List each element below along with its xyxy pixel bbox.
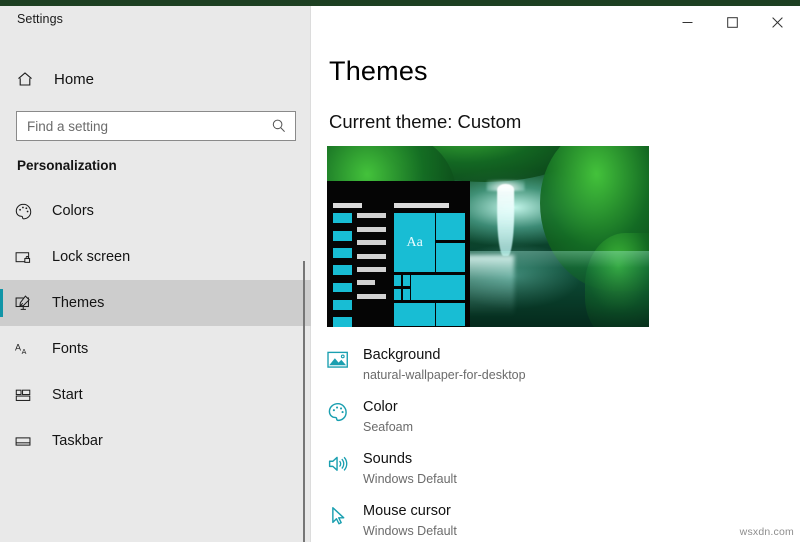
speaker-icon (327, 450, 363, 474)
home-icon (16, 70, 46, 88)
start-menu-app-line (357, 213, 386, 219)
start-menu-icon-square (333, 213, 353, 224)
sidebar-item-taskbar[interactable]: Taskbar (0, 418, 311, 464)
palette-icon (14, 202, 40, 221)
start-menu-tiles: Aa (394, 213, 465, 326)
start-menu-tile (436, 213, 465, 241)
nav-list: Colors Lock screen Themes A A Fonts Star… (0, 188, 311, 464)
start-menu-icon-square (333, 282, 353, 293)
sidebar-item-fonts-label: Fonts (52, 341, 89, 357)
setting-name-color: Color (363, 399, 398, 415)
palette-icon (327, 398, 363, 422)
nav-item-home-label: Home (54, 70, 95, 88)
search-box[interactable] (16, 111, 296, 141)
start-menu-tile (436, 303, 465, 326)
setting-row-color[interactable]: Color Seafoam (327, 398, 657, 450)
start-menu-tile-small (394, 288, 402, 300)
setting-row-sounds[interactable]: Sounds Windows Default (327, 450, 657, 502)
setting-value-color: Seafoam (363, 420, 414, 434)
theme-settings-list: Background natural-wallpaper-for-desktop… (327, 346, 657, 542)
waterfall-icon (496, 184, 515, 257)
start-menu-tile-small (394, 275, 402, 287)
svg-text:A: A (22, 347, 27, 355)
setting-row-mouse-cursor[interactable]: Mouse cursor Windows Default (327, 502, 657, 542)
setting-value-background: natural-wallpaper-for-desktop (363, 368, 526, 382)
start-icon (14, 386, 40, 405)
start-menu-tile (436, 242, 465, 272)
start-menu-app-line (357, 266, 386, 272)
navigation-pane: Settings Home Personalization (0, 6, 311, 542)
sidebar-item-start-label: Start (52, 387, 83, 403)
sidebar-item-fonts[interactable]: A A Fonts (0, 326, 311, 372)
start-menu-tile-small (402, 275, 410, 287)
setting-value-sounds: Windows Default (363, 472, 457, 486)
minimize-button[interactable] (665, 6, 710, 38)
sidebar-item-themes-label: Themes (52, 295, 105, 311)
watermark: wsxdn.com (739, 526, 794, 538)
start-menu-app-line (357, 226, 386, 232)
start-menu-icon-square (333, 317, 353, 327)
start-menu-tile-small (402, 288, 410, 300)
start-menu-icon-square (333, 230, 353, 241)
sidebar-item-lock-screen-label: Lock screen (52, 249, 131, 265)
fonts-icon: A A (14, 340, 40, 359)
setting-value-mouse-cursor: Windows Default (363, 524, 457, 538)
start-menu-icon-square (333, 247, 353, 258)
start-menu-app-line (357, 240, 386, 246)
start-menu-group-label (394, 203, 449, 209)
search-icon[interactable] (271, 118, 287, 134)
setting-name-background: Background (363, 347, 441, 363)
section-header: Personalization (17, 158, 117, 173)
nav-scrollbar[interactable] (299, 261, 310, 542)
theme-preview[interactable]: Aa (327, 146, 649, 327)
setting-name-sounds: Sounds (363, 451, 413, 467)
page-title: Themes (329, 56, 428, 86)
sidebar-item-colors-label: Colors (52, 203, 94, 219)
themes-icon (14, 294, 40, 313)
start-menu-tile (394, 303, 436, 326)
lock-screen-icon (14, 248, 40, 267)
setting-row-background[interactable]: Background natural-wallpaper-for-desktop (327, 346, 657, 398)
cursor-icon (327, 502, 363, 526)
window-title: Settings (17, 12, 63, 26)
start-menu-app-line (357, 280, 375, 286)
sidebar-item-start[interactable]: Start (0, 372, 311, 418)
nav-scrollbar-thumb[interactable] (303, 261, 305, 542)
settings-window: Settings Home Personalization (0, 6, 800, 542)
taskbar-icon (14, 432, 40, 451)
sidebar-item-colors[interactable]: Colors (0, 188, 311, 234)
svg-text:A: A (15, 342, 21, 352)
sidebar-item-lock-screen[interactable]: Lock screen (0, 234, 311, 280)
close-button[interactable] (755, 6, 800, 38)
start-menu-header-bar (333, 203, 363, 209)
start-menu-tile-wide (411, 275, 465, 300)
window-controls (665, 6, 800, 38)
sidebar-item-themes[interactable]: Themes (0, 280, 311, 326)
setting-name-mouse-cursor: Mouse cursor (363, 503, 451, 519)
start-menu-icon-square (333, 265, 353, 276)
start-menu-mockup: Aa (327, 181, 471, 327)
maximize-button[interactable] (710, 6, 755, 38)
sidebar-item-taskbar-label: Taskbar (52, 433, 103, 449)
start-menu-icon-square (333, 299, 353, 310)
picture-icon (327, 346, 363, 370)
nav-item-home[interactable]: Home (0, 62, 311, 96)
start-menu-icon-column (333, 213, 353, 327)
search-input[interactable] (27, 118, 271, 134)
main-content: Themes Current theme: Custom Aa Backgrou… (311, 6, 800, 542)
start-menu-app-line (357, 293, 386, 299)
start-menu-tile-text: Aa (406, 234, 423, 250)
start-menu-app-list (357, 213, 386, 325)
start-menu-app-line (357, 253, 386, 259)
current-theme-label: Current theme: Custom (329, 111, 522, 132)
